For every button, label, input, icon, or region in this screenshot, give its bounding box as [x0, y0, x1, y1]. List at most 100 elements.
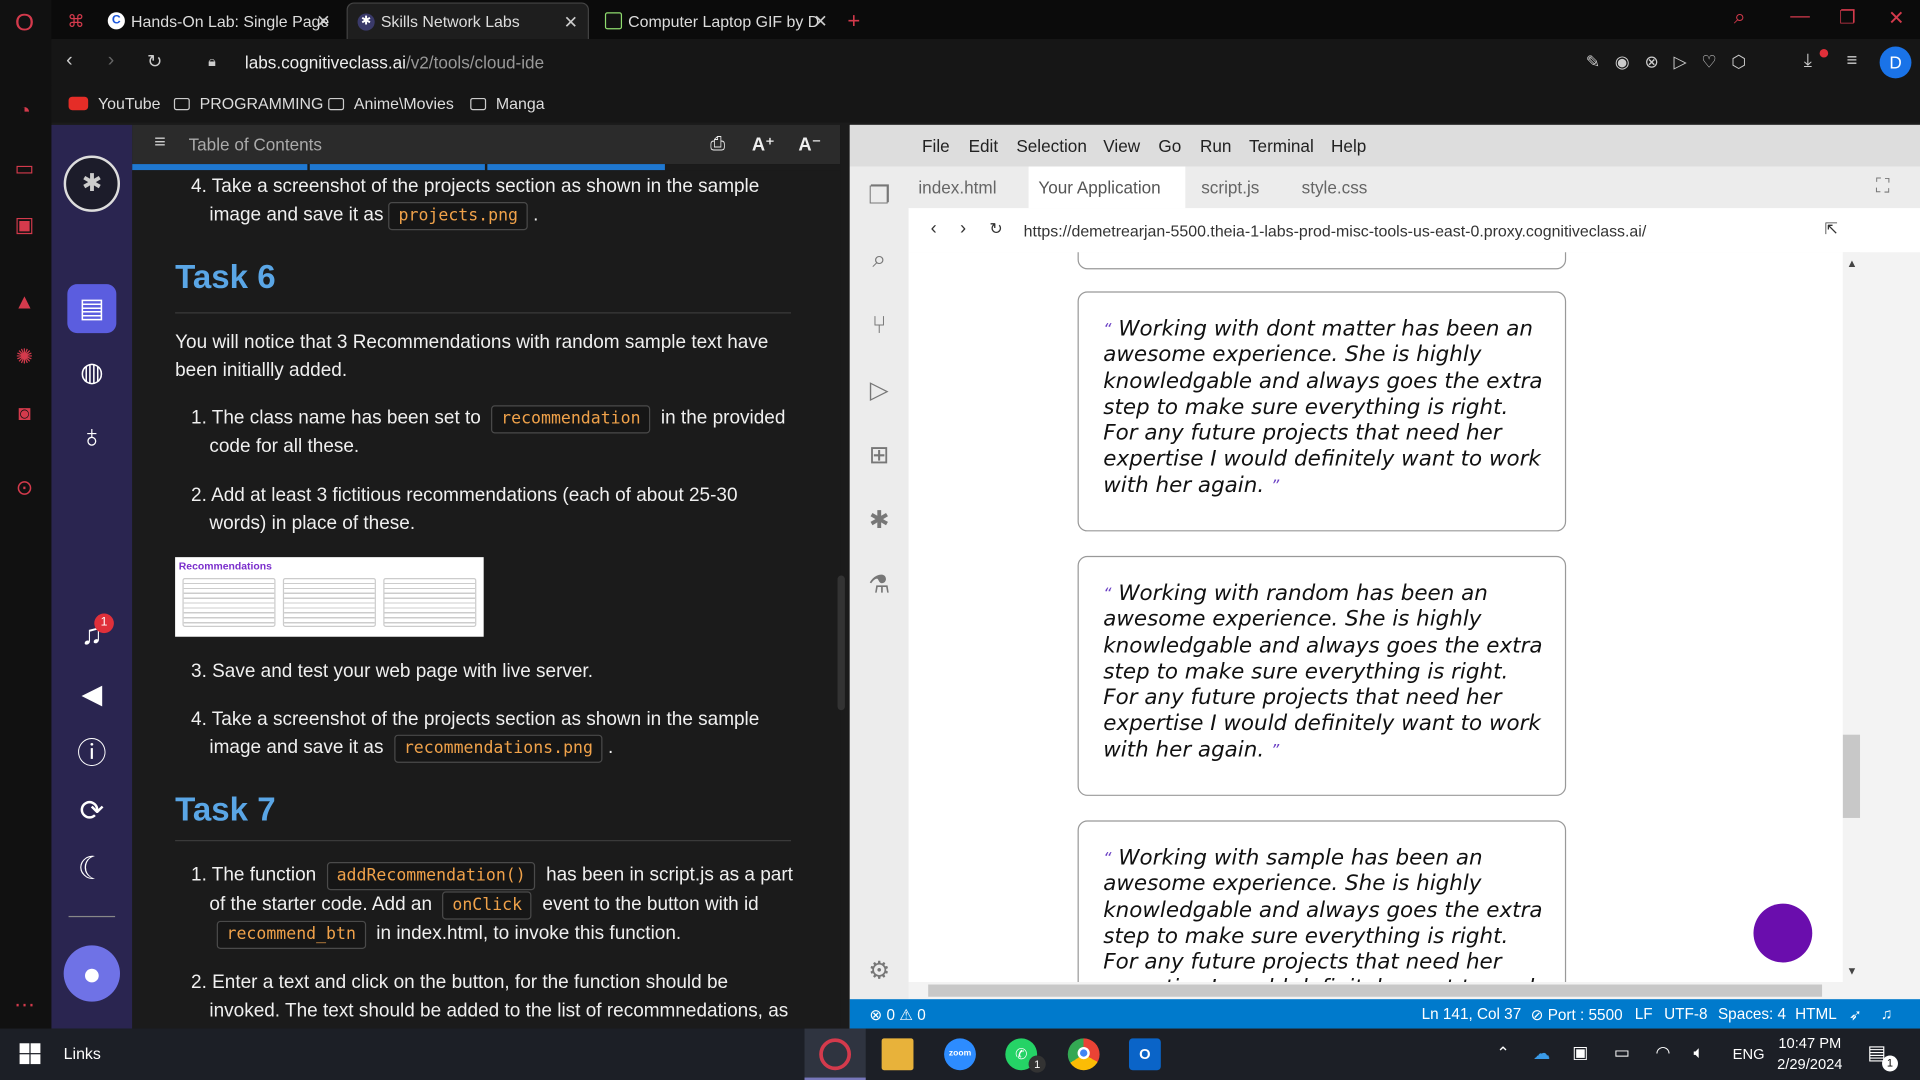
language-indicator[interactable]: HTML — [1795, 1005, 1837, 1022]
run-debug-icon[interactable]: ▷ — [864, 376, 893, 405]
port-indicator[interactable]: ⊘ Port : 5500 — [1531, 1005, 1623, 1024]
user-avatar[interactable]: ● — [63, 945, 121, 1002]
help-icon[interactable]: ⓘ — [67, 730, 116, 779]
chat-icon[interactable]: ◍ — [67, 348, 116, 397]
close-icon[interactable]: ✕ — [813, 11, 827, 32]
lock-icon[interactable]: 🔒︎ — [208, 53, 216, 71]
file-explorer-icon[interactable] — [881, 1038, 914, 1071]
preview-back-button[interactable]: ‹ — [931, 218, 937, 239]
menu-edit[interactable]: Edit — [969, 136, 999, 156]
player-icon[interactable]: ⊙ — [11, 475, 38, 502]
lightbulb-icon[interactable]: ♁ — [67, 411, 116, 460]
menu-view[interactable]: View — [1103, 136, 1140, 156]
close-icon[interactable]: ✕ — [316, 11, 330, 32]
wifi-icon[interactable]: ◠ — [1656, 1042, 1671, 1063]
sample-image[interactable]: Recommendations — [175, 557, 484, 637]
opera-logo-icon[interactable]: O — [11, 10, 38, 37]
menu-help[interactable]: Help — [1331, 136, 1366, 156]
tab-skills-network-labs[interactable]: ✱ Skills Network Labs ✕ — [346, 2, 589, 40]
scrollbar-thumb[interactable] — [1842, 734, 1861, 818]
extensions-icon[interactable]: ⊞ — [864, 441, 893, 470]
search-icon[interactable]: ⌕ — [864, 245, 893, 274]
language-indicator[interactable]: ENG — [1733, 1046, 1765, 1063]
lab-scrollbar[interactable] — [837, 575, 845, 711]
volume-icon[interactable]: 🔈︎ — [1693, 1042, 1703, 1063]
scrollbar-thumb[interactable] — [928, 984, 1823, 997]
tab-computer-laptop-gif[interactable]: Computer Laptop GIF by D ✕ — [595, 2, 837, 39]
zoom-icon[interactable]: zoom — [944, 1038, 976, 1071]
testing-icon[interactable]: ⚗ — [864, 571, 893, 600]
links-toolbar[interactable]: Links — [64, 1044, 101, 1062]
megaphone-icon[interactable]: ◀ — [67, 670, 116, 719]
chatsonic-icon[interactable]: ◙ — [11, 400, 38, 427]
problems-indicator[interactable]: ⊗ 0 ⚠ 0 — [869, 1005, 925, 1024]
back-button[interactable]: ‹ — [66, 50, 73, 72]
preview-horizontal-scrollbar[interactable] — [908, 982, 1843, 1000]
floating-action-button[interactable] — [1753, 903, 1813, 963]
gamepad-icon[interactable]: ⌘ — [64, 2, 88, 39]
onedrive-icon[interactable]: ☁ — [1533, 1043, 1550, 1064]
font-decrease-button[interactable]: A⁻ — [798, 133, 821, 156]
bookmark-youtube[interactable]: YouTube — [68, 94, 161, 113]
workspaces-icon[interactable]: ▭ — [11, 156, 38, 183]
aria-icon[interactable]: ▲ — [11, 289, 38, 316]
preview-url[interactable]: https://demetrearjan-5500.theia-1-labs-p… — [1024, 222, 1647, 240]
cursor-position[interactable]: Ln 141, Col 37 — [1422, 1005, 1522, 1022]
tab-style-css[interactable]: style.css — [1292, 167, 1392, 209]
opera-icon[interactable] — [819, 1038, 852, 1071]
indentation-indicator[interactable]: Spaces: 4 — [1718, 1005, 1786, 1022]
skills-network-logo[interactable]: ✱ — [63, 155, 121, 212]
new-tab-button[interactable]: + — [845, 2, 869, 39]
chrome-icon[interactable] — [1067, 1038, 1100, 1071]
reload-button[interactable]: ↻ — [147, 50, 162, 72]
forward-button[interactable]: › — [108, 50, 115, 72]
outlook-icon[interactable]: O — [1128, 1038, 1161, 1071]
restore-button[interactable]: ❐ — [1839, 6, 1855, 28]
menu-go[interactable]: Go — [1158, 136, 1181, 156]
tab-index-html[interactable]: index.html — [909, 167, 1022, 209]
bookmark-anime-movies[interactable]: Anime\Movies — [328, 94, 454, 113]
open-external-icon[interactable]: ⇱ — [1825, 219, 1838, 239]
eol-indicator[interactable]: LF — [1635, 1005, 1653, 1022]
menu-selection[interactable]: Selection — [1016, 136, 1087, 156]
speed-dial-icon[interactable]: ◔ — [11, 98, 38, 125]
split-editor-icon[interactable]: ⛶ — [1876, 176, 1890, 198]
close-window-button[interactable]: ✕ — [1888, 6, 1904, 30]
gx-control-icon[interactable]: ▣ — [11, 212, 38, 239]
encoding-indicator[interactable]: UTF-8 — [1664, 1005, 1707, 1022]
chatgpt-icon[interactable]: ✺ — [11, 344, 38, 371]
settings-gear-icon[interactable]: ⚙ — [864, 956, 893, 985]
toc-label[interactable]: Table of Contents — [189, 135, 322, 155]
menu-file[interactable]: File — [922, 136, 950, 156]
downloads-icon[interactable]: ⤓ — [1804, 50, 1812, 71]
more-icon[interactable]: ⋯ — [11, 992, 38, 1019]
clock[interactable]: 10:47 PM 2/29/2024 — [1773, 1033, 1846, 1075]
show-hidden-icons[interactable]: ⌃ — [1496, 1043, 1509, 1063]
bookmark-programming[interactable]: PROGRAMMING — [173, 94, 323, 113]
instructions-icon[interactable]: ▤ — [67, 284, 117, 334]
url-field[interactable]: labs.cognitiveclass.ai/v2/tools/cloud-id… — [245, 53, 544, 73]
preview-forward-button[interactable]: › — [960, 218, 966, 239]
easy-setup-icon[interactable]: ≡ — [1847, 50, 1858, 71]
menu-terminal[interactable]: Terminal — [1249, 136, 1314, 156]
preview-vertical-scrollbar[interactable]: ▲ ▼ — [1842, 252, 1861, 983]
tab-your-application[interactable]: Your Application ✕ — [1028, 166, 1186, 239]
font-increase-button[interactable]: A⁺ — [752, 133, 775, 156]
skills-network-toolbox-icon[interactable]: ✱ — [864, 506, 893, 535]
menu-run[interactable]: Run — [1200, 136, 1231, 156]
bookmark-manga[interactable]: Manga — [470, 94, 545, 113]
scroll-down-icon[interactable]: ▼ — [1847, 965, 1858, 977]
menu-icon[interactable]: ≡ — [154, 132, 165, 154]
source-control-icon[interactable]: ⑂ — [864, 311, 893, 340]
toolbar-icons[interactable]: ✎◉⊗▷♡⬡ — [1586, 51, 1761, 72]
search-tabs-icon[interactable]: ⌕ — [1734, 5, 1746, 29]
profile-avatar[interactable]: D — [1879, 46, 1912, 79]
explorer-icon[interactable]: ❐ — [864, 181, 893, 210]
feedback-icon[interactable]: ➶ — [1849, 1005, 1862, 1024]
preview-reload-button[interactable]: ↻ — [989, 219, 1002, 239]
minimize-button[interactable]: — — [1790, 6, 1810, 28]
tab-script-js[interactable]: script.js — [1191, 167, 1284, 209]
print-icon[interactable]: ⎙ — [710, 133, 725, 154]
notifications-bell-icon[interactable]: ♫ — [1881, 1005, 1892, 1022]
scroll-up-icon[interactable]: ▲ — [1847, 257, 1858, 269]
